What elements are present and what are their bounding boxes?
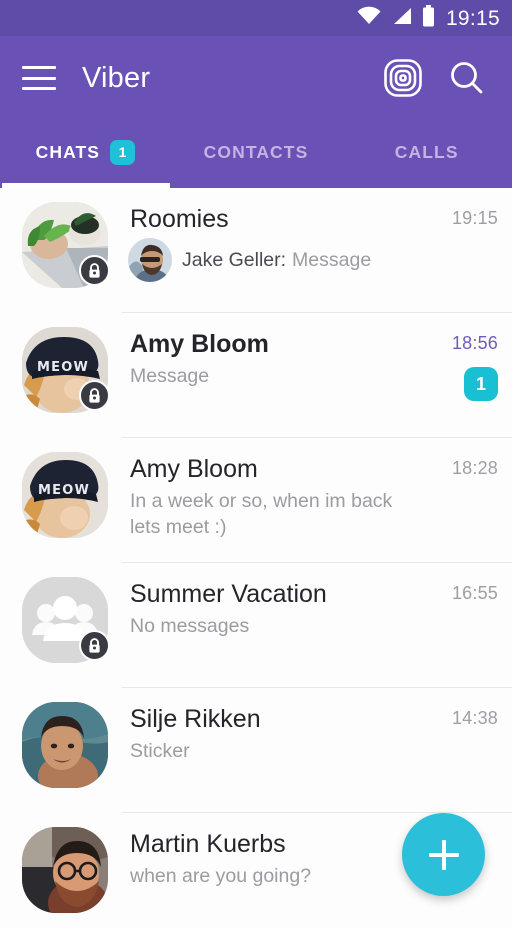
- search-icon[interactable]: [444, 55, 490, 101]
- tab-chats-label: CHATS: [35, 141, 101, 162]
- avatar: MEOW: [22, 327, 110, 413]
- chat-list-item-amy-bloom-unread[interactable]: MEOW Amy Bloom Message 18:56 1: [0, 313, 512, 438]
- chat-preview: Message: [130, 363, 414, 389]
- chat-timestamp: 16:55: [451, 583, 498, 603]
- chat-meta: 18:56 1: [414, 327, 498, 438]
- chat-text-block: Silje Rikken Sticker: [108, 702, 414, 813]
- chat-message-text: when are you going?: [130, 864, 312, 887]
- svg-text:MEOW: MEOW: [38, 483, 90, 498]
- avatar: [22, 827, 108, 913]
- chat-timestamp: 19:15: [451, 208, 498, 228]
- chat-meta: 19:15: [414, 202, 498, 313]
- new-chat-fab-button[interactable]: [402, 813, 485, 896]
- tab-calls-label: CALLS: [394, 141, 459, 162]
- martin-photo-avatar: [22, 827, 108, 913]
- chat-timestamp: 18:28: [451, 458, 498, 478]
- chat-title: Summer Vacation: [130, 580, 327, 608]
- chat-message-text: Sticker: [130, 739, 190, 762]
- tab-chats-badge: 1: [110, 139, 136, 165]
- meow-cap-photo-avatar: MEOW: [22, 452, 108, 538]
- chat-preview: when are you going?: [130, 863, 414, 889]
- battery-icon: [422, 4, 435, 32]
- wifi-icon: [356, 6, 382, 31]
- sender-avatar: [128, 237, 172, 282]
- chat-preview: No messages: [130, 613, 414, 639]
- chat-sender-name: Jake Geller:: [182, 248, 287, 271]
- viber-chats-screen: 19:15 Viber CHATS 1 CONTACTS CALLS Roomi…: [0, 0, 512, 928]
- app-toolbar: Viber: [0, 36, 512, 120]
- chat-meta: 16:55: [414, 577, 498, 688]
- chat-title: Silje Rikken: [130, 705, 261, 733]
- chat-message-text: In a week or so, when im back lets meet …: [130, 489, 393, 539]
- status-bar: 19:15: [0, 0, 512, 36]
- plus-icon: [428, 839, 459, 870]
- chat-message-text: No messages: [130, 614, 250, 637]
- chat-list-item-silje-rikken[interactable]: Silje Rikken Sticker 14:38: [0, 688, 512, 813]
- tab-contacts-label: CONTACTS: [203, 141, 309, 162]
- chat-timestamp: 18:56: [451, 333, 498, 353]
- app-title: Viber: [82, 61, 151, 94]
- tab-calls[interactable]: CALLS: [341, 120, 512, 188]
- chat-list-item-summer-vacation[interactable]: Summer Vacation No messages 16:55: [0, 563, 512, 688]
- chat-list-item-amy-bloom[interactable]: MEOW Amy Bloom In a week or so, when im …: [0, 438, 512, 563]
- chat-text-block: Roomies Jake Geller: Message: [108, 202, 414, 313]
- hamburger-menu-icon[interactable]: [22, 66, 56, 90]
- cellular-signal-icon: [391, 6, 413, 31]
- chat-message-text: Message: [292, 248, 372, 271]
- avatar: [22, 577, 110, 663]
- chat-timestamp: 14:38: [451, 708, 498, 728]
- chat-preview: In a week or so, when im back lets meet …: [130, 488, 414, 541]
- chat-title: Amy Bloom: [130, 330, 269, 358]
- chat-preview: Sticker: [130, 738, 414, 764]
- chat-text-block: Martin Kuerbs when are you going?: [108, 827, 414, 928]
- chat-list[interactable]: Roomies Jake Geller: Message 19:15 MEOW …: [0, 188, 512, 928]
- chat-list-item-roomies[interactable]: Roomies Jake Geller: Message 19:15: [0, 188, 512, 313]
- tab-contacts[interactable]: CONTACTS: [171, 120, 342, 188]
- chat-title: Amy Bloom: [130, 455, 258, 483]
- tab-bar: CHATS 1 CONTACTS CALLS: [0, 120, 512, 188]
- chat-text-block: Amy Bloom In a week or so, when im back …: [108, 452, 414, 563]
- chat-message-text: Message: [130, 364, 210, 387]
- tab-chats[interactable]: CHATS 1: [0, 120, 171, 188]
- chat-title: Roomies: [130, 205, 229, 233]
- chat-text-block: Summer Vacation No messages: [108, 577, 414, 688]
- chat-title: Martin Kuerbs: [130, 830, 286, 858]
- chat-meta: 14:38: [414, 702, 498, 813]
- lock-icon: [79, 630, 110, 661]
- silje-photo-avatar: [22, 702, 108, 788]
- chat-meta: 18:28: [414, 452, 498, 563]
- chat-text-block: Amy Bloom Message: [108, 327, 414, 438]
- unread-count-badge: 1: [464, 367, 498, 401]
- svg-text:MEOW: MEOW: [37, 360, 89, 375]
- chat-preview: Jake Geller: Message: [128, 237, 414, 282]
- avatar: [22, 702, 108, 788]
- avatar: MEOW: [22, 452, 108, 538]
- status-bar-clock: 19:15: [445, 6, 500, 30]
- lock-icon: [79, 255, 110, 286]
- avatar: [22, 202, 110, 288]
- viber-lens-icon[interactable]: [380, 55, 426, 101]
- lock-icon: [79, 380, 110, 411]
